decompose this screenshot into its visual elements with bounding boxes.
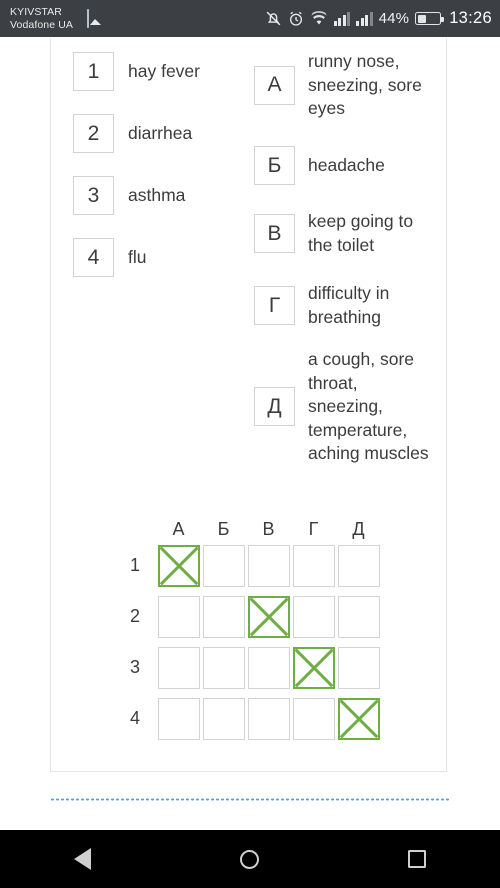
grid-cell-1-B[interactable]	[202, 544, 245, 587]
option-text: difficulty in breathing	[308, 283, 390, 327]
option-letter: В	[254, 214, 295, 253]
option-text: keep going to the toilet	[308, 211, 414, 255]
status-bar: KYIVSTAR Vodafone UA 44% 13:26	[0, 0, 500, 37]
grid-cell-2-G[interactable]	[292, 595, 335, 638]
status-bar-left: KYIVSTAR Vodafone UA	[10, 6, 89, 31]
table-row: 3	[114, 642, 381, 693]
status-bar-right: 44% 13:26	[265, 9, 492, 28]
carrier-label: KYIVSTAR Vodafone UA	[10, 6, 73, 31]
grid-cell-4-D[interactable]	[337, 697, 380, 740]
table-row: 1	[114, 540, 381, 591]
grid-cell-2-A[interactable]	[157, 595, 200, 638]
grid-row-label: 1	[129, 555, 140, 575]
table-row: 4	[114, 693, 381, 744]
grid-row-label: 3	[129, 657, 140, 677]
grid-column-header: Д	[352, 519, 365, 539]
option-item[interactable]: А runny nose, sneezing, sore eyes	[254, 50, 431, 121]
grid-column-header: В	[262, 519, 275, 539]
option-letter: Б	[254, 146, 295, 185]
grid-cell-3-B[interactable]	[202, 646, 245, 689]
grid-cell-2-D[interactable]	[337, 595, 380, 638]
battery-icon	[415, 12, 444, 25]
option-item[interactable]: Г difficulty in breathing	[254, 282, 431, 329]
carrier-line-2: Vodafone UA	[10, 18, 73, 31]
option-letter: Д	[254, 387, 295, 427]
exercise-card: 1 hay fever 2 diarrhea 3 asthma 4 flu А …	[50, 38, 447, 772]
option-item[interactable]: В keep going to the toilet	[254, 210, 431, 257]
stem-number: 1	[73, 52, 114, 91]
grid-cell-3-D[interactable]	[337, 646, 380, 689]
stem-number: 4	[73, 238, 114, 277]
grid-cell-4-G[interactable]	[292, 697, 335, 740]
alarm-icon	[288, 11, 304, 27]
signal-icon	[356, 11, 373, 26]
option-item[interactable]: Д a cough, sore throat, sneezing, temper…	[254, 348, 431, 466]
signal-icon	[333, 11, 351, 26]
carrier-line-1: KYIVSTAR	[10, 6, 62, 18]
grid-row-label: 2	[129, 606, 140, 626]
stem-text: diarrhea	[128, 123, 193, 143]
answer-grid-header: А Б В Г Д	[156, 519, 381, 540]
recents-icon[interactable]	[407, 850, 426, 868]
grid-cell-3-A[interactable]	[157, 646, 200, 689]
stem-number: 2	[73, 114, 114, 153]
grid-column-header: Г	[308, 519, 319, 539]
grid-cell-1-A[interactable]	[157, 544, 200, 587]
stem-item[interactable]: 1 hay fever	[73, 52, 200, 91]
grid-column-header: А	[172, 519, 185, 539]
option-text: runny nose, sneezing, sore eyes	[308, 51, 422, 118]
grid-cell-4-B[interactable]	[202, 697, 245, 740]
answer-grid: А Б В Г Д 1 2 3 4	[114, 519, 381, 744]
option-item[interactable]: Б headache	[254, 146, 431, 185]
dotted-divider	[50, 798, 450, 801]
grid-cell-3-G[interactable]	[292, 646, 335, 689]
option-letter: Г	[254, 286, 295, 325]
stem-number: 3	[73, 176, 114, 215]
grid-row-label: 4	[129, 708, 140, 728]
grid-cell-1-V[interactable]	[247, 544, 290, 587]
android-nav-bar	[0, 830, 500, 888]
table-row: 2	[114, 591, 381, 642]
grid-cell-1-G[interactable]	[292, 544, 335, 587]
grid-cell-1-D[interactable]	[337, 544, 380, 587]
grid-column-header: Б	[217, 519, 230, 539]
battery-percent: 44%	[378, 10, 410, 27]
grid-cell-3-V[interactable]	[247, 646, 290, 689]
grid-cell-4-A[interactable]	[157, 697, 200, 740]
grid-cell-2-B[interactable]	[202, 595, 245, 638]
stem-item[interactable]: 2 diarrhea	[73, 114, 192, 153]
bell-muted-icon	[265, 10, 282, 27]
phone-screen: KYIVSTAR Vodafone UA 44% 13:26 1 hay fev…	[0, 0, 500, 888]
clock: 13:26	[449, 9, 492, 27]
stem-item[interactable]: 4 flu	[73, 238, 146, 277]
home-icon[interactable]	[239, 849, 259, 869]
stem-item[interactable]: 3 asthma	[73, 176, 185, 215]
option-text: a cough, sore throat, sneezing, temperat…	[308, 349, 429, 463]
option-letter: А	[254, 65, 295, 105]
stem-text: asthma	[128, 185, 186, 205]
back-icon[interactable]	[74, 848, 92, 870]
option-text: headache	[308, 154, 385, 175]
wifi-icon	[310, 11, 328, 26]
grid-cell-4-V[interactable]	[247, 697, 290, 740]
stem-text: flu	[128, 247, 147, 267]
grid-cell-2-V[interactable]	[247, 595, 290, 638]
stem-text: hay fever	[128, 61, 200, 81]
